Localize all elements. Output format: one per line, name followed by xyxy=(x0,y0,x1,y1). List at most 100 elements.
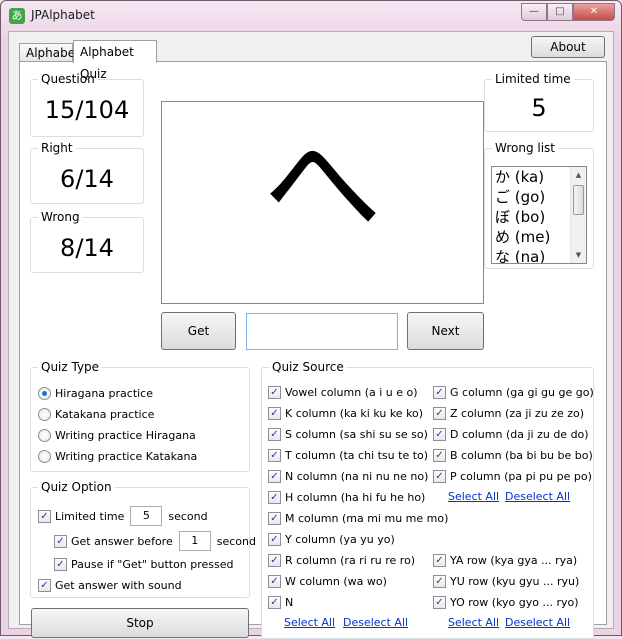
source-z-column[interactable]: ✓ Z column (za ji zu ze zo) xyxy=(433,407,584,420)
list-item[interactable]: ご (go) xyxy=(495,187,550,207)
select-all-yoon-link[interactable]: Select All xyxy=(448,616,499,629)
limited-time-input[interactable]: 5 xyxy=(130,506,163,526)
scroll-down-icon[interactable]: ▼ xyxy=(571,247,586,263)
checkbox-icon[interactable]: ✓ xyxy=(268,407,281,420)
limited-time-option[interactable]: ✓ Limited time 5 second xyxy=(38,506,208,526)
minimize-button[interactable]: — xyxy=(521,3,547,21)
list-item[interactable]: な (na) xyxy=(495,247,550,263)
checkbox-icon[interactable]: ✓ xyxy=(268,470,281,483)
source-yo-row[interactable]: ✓ YO row (kyo gyo ... ryo) xyxy=(433,596,579,609)
source-yu-row[interactable]: ✓ YU row (kyu gyu ... ryu) xyxy=(433,575,579,588)
source-label: S column (sa shi su se so) xyxy=(285,428,428,441)
radio-icon[interactable] xyxy=(38,408,51,421)
source-t-column[interactable]: ✓ T column (ta chi tsu te to) xyxy=(268,449,428,462)
source-h-column[interactable]: ✓ H column (ha hi fu he ho) xyxy=(268,491,425,504)
checkbox-icon[interactable]: ✓ xyxy=(54,534,67,548)
quiz-type-group: Quiz Type Hiragana practice Katakana pra… xyxy=(30,360,250,472)
checkbox-icon[interactable]: ✓ xyxy=(268,512,281,525)
checkbox-icon[interactable]: ✓ xyxy=(268,449,281,462)
option-label: Limited time xyxy=(55,509,125,523)
writing-katakana-radio[interactable]: Writing practice Katakana xyxy=(38,450,197,463)
checkbox-icon[interactable]: ✓ xyxy=(433,470,446,483)
source-g-column[interactable]: ✓ G column (ga gi gu ge go) xyxy=(433,386,594,399)
checkbox-icon[interactable]: ✓ xyxy=(268,596,281,609)
quiz-type-title: Quiz Type xyxy=(38,360,103,374)
checkbox-icon[interactable]: ✓ xyxy=(433,596,446,609)
about-button[interactable]: About xyxy=(531,36,605,58)
checkbox-icon[interactable]: ✓ xyxy=(433,407,446,420)
checkbox-icon[interactable]: ✓ xyxy=(433,554,446,567)
pause-option[interactable]: ✓ Pause if "Get" button pressed xyxy=(54,558,234,571)
source-d-column[interactable]: ✓ D column (da ji zu de do) xyxy=(433,428,589,441)
checkbox-icon[interactable]: ✓ xyxy=(268,575,281,588)
get-button[interactable]: Get xyxy=(161,312,236,350)
source-label: D column (da ji zu de do) xyxy=(450,428,589,441)
checkbox-icon[interactable]: ✓ xyxy=(433,449,446,462)
limited-time-value: 5 xyxy=(531,94,547,122)
next-button[interactable]: Next xyxy=(407,312,484,350)
select-all-dakuten-link[interactable]: Select All xyxy=(448,490,499,503)
deselect-all-dakuten-link[interactable]: Deselect All xyxy=(505,490,570,503)
source-b-column[interactable]: ✓ B column (ba bi bu be bo) xyxy=(433,449,593,462)
source-ya-row[interactable]: ✓ YA row (kya gya ... rya) xyxy=(433,554,577,567)
radio-icon[interactable] xyxy=(38,450,51,463)
tab-alphabet-quiz[interactable]: Alphabet Quiz xyxy=(73,40,157,81)
question-group: Question 15/104 xyxy=(30,72,144,137)
source-label: Z column (za ji zu ze zo) xyxy=(450,407,585,420)
list-item[interactable]: か (ka) xyxy=(495,167,550,187)
source-label: YO row (kyo gyo ... ryo) xyxy=(450,596,579,609)
stop-button[interactable]: Stop xyxy=(31,608,249,638)
scroll-up-icon[interactable]: ▲ xyxy=(571,167,586,183)
list-item[interactable]: め (me) xyxy=(495,227,550,247)
deselect-all-basic-link[interactable]: Deselect All xyxy=(343,616,408,629)
maximize-button[interactable]: □ xyxy=(547,3,573,21)
checkbox-icon[interactable]: ✓ xyxy=(268,491,281,504)
quiz-tab-page: Question 15/104 Right 6/14 Wrong 8/14 へ … xyxy=(19,61,607,639)
question-value: 15/104 xyxy=(44,96,130,124)
title-bar[interactable]: あ JPAlphabet — □ ✕ xyxy=(1,1,621,31)
checkbox-icon[interactable]: ✓ xyxy=(433,575,446,588)
source-m-column[interactable]: ✓ M column (ma mi mu me mo) xyxy=(268,512,448,525)
source-p-column[interactable]: ✓ P column (pa pi pu pe po) xyxy=(433,470,592,483)
checkbox-icon[interactable]: ✓ xyxy=(433,386,446,399)
list-item[interactable]: ぼ (bo) xyxy=(495,207,550,227)
radio-label: Writing practice Hiragana xyxy=(55,429,196,442)
source-vowel-column[interactable]: ✓ Vowel column (a i u e o) xyxy=(268,386,418,399)
get-answer-before-option[interactable]: ✓ Get answer before 1 second xyxy=(54,531,256,551)
source-n-column[interactable]: ✓ N column (na ni nu ne no) xyxy=(268,470,428,483)
scroll-thumb[interactable] xyxy=(573,185,584,215)
source-n[interactable]: ✓ N xyxy=(268,596,293,609)
select-all-basic-link[interactable]: Select All xyxy=(284,616,335,629)
hiragana-practice-radio[interactable]: Hiragana practice xyxy=(38,387,153,400)
katakana-practice-radio[interactable]: Katakana practice xyxy=(38,408,154,421)
checkbox-icon[interactable]: ✓ xyxy=(268,533,281,546)
deselect-all-yoon-link[interactable]: Deselect All xyxy=(505,616,570,629)
close-button[interactable]: ✕ xyxy=(573,3,615,21)
source-w-column[interactable]: ✓ W column (wa wo) xyxy=(268,575,387,588)
source-y-column[interactable]: ✓ Y column (ya yu yo) xyxy=(268,533,395,546)
wrong-list[interactable]: か (ka) ご (go) ぼ (bo) め (me) な (na) ▲ ▼ xyxy=(491,166,587,264)
radio-icon[interactable] xyxy=(38,387,51,400)
radio-icon[interactable] xyxy=(38,429,51,442)
checkbox-icon[interactable]: ✓ xyxy=(38,509,51,523)
source-label: H column (ha hi fu he ho) xyxy=(285,491,426,504)
source-label: T column (ta chi tsu te to) xyxy=(285,449,429,462)
checkbox-icon[interactable]: ✓ xyxy=(268,554,281,567)
answer-input[interactable] xyxy=(246,313,398,350)
checkbox-icon[interactable]: ✓ xyxy=(54,558,67,571)
right-group: Right 6/14 xyxy=(30,141,144,204)
wrong-list-scrollbar[interactable]: ▲ ▼ xyxy=(570,167,586,263)
source-s-column[interactable]: ✓ S column (sa shi su se so) xyxy=(268,428,428,441)
source-label: YA row (kya gya ... rya) xyxy=(450,554,578,567)
checkbox-icon[interactable]: ✓ xyxy=(268,386,281,399)
writing-hiragana-radio[interactable]: Writing practice Hiragana xyxy=(38,429,196,442)
checkbox-icon[interactable]: ✓ xyxy=(38,579,51,592)
get-answer-before-input[interactable]: 1 xyxy=(178,531,211,551)
tab-alphabet[interactable]: Alphabet xyxy=(19,43,80,62)
checkbox-icon[interactable]: ✓ xyxy=(268,428,281,441)
sound-option[interactable]: ✓ Get answer with sound xyxy=(38,579,182,592)
source-label: YU row (kyu gyu ... ryu) xyxy=(450,575,580,588)
checkbox-icon[interactable]: ✓ xyxy=(433,428,446,441)
source-r-column[interactable]: ✓ R column (ra ri ru re ro) xyxy=(268,554,415,567)
source-k-column[interactable]: ✓ K column (ka ki ku ke ko) xyxy=(268,407,423,420)
